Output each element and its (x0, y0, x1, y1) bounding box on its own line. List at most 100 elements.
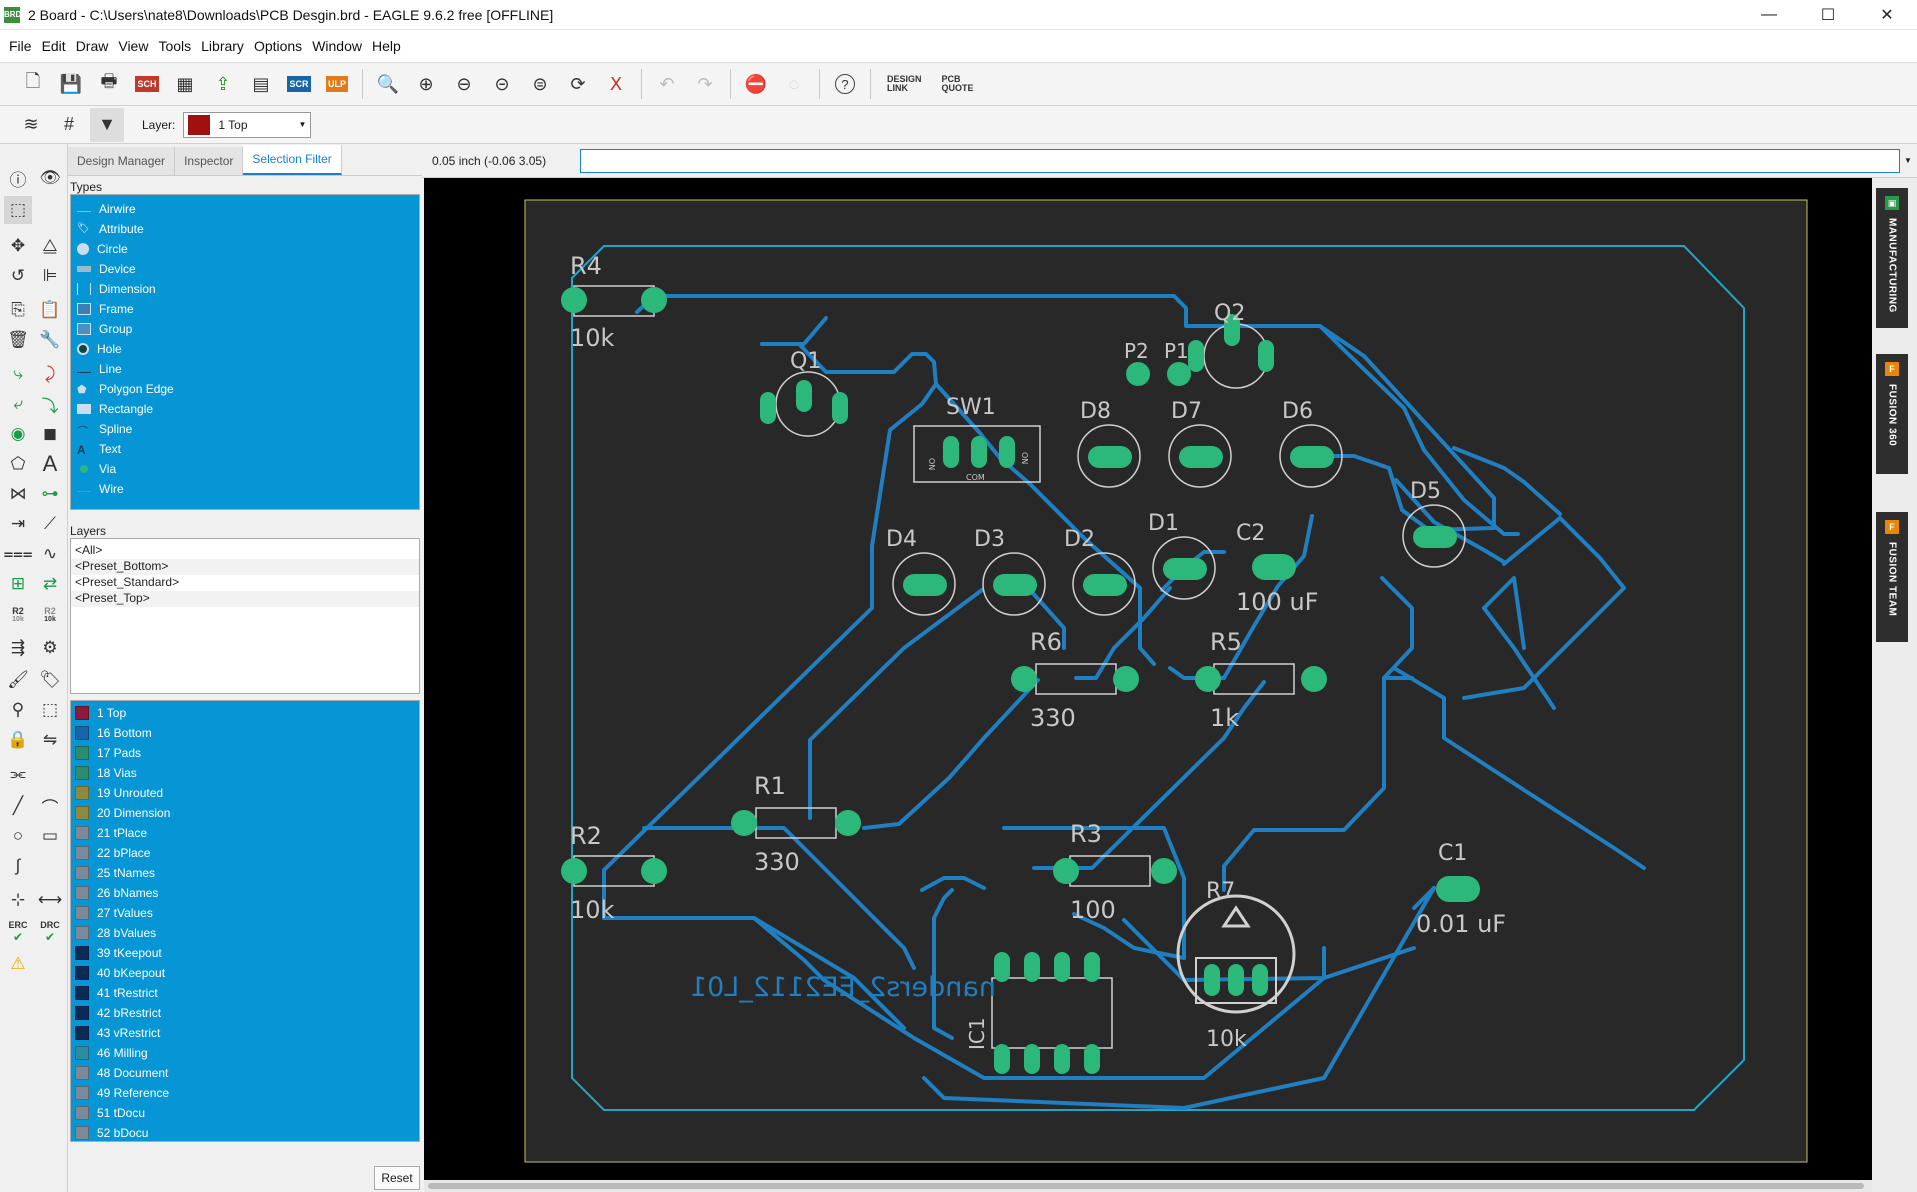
miter-tool[interactable]: ⟋ (36, 510, 64, 538)
menu-window[interactable]: Window (307, 38, 367, 54)
filter-button[interactable]: ▼ (90, 107, 124, 142)
errors-button[interactable]: ⚠ (4, 950, 32, 978)
polygon-tool[interactable]: ⬠ (4, 450, 32, 478)
menu-tools[interactable]: Tools (153, 38, 196, 54)
preset-standard[interactable]: <Preset_Standard> (71, 575, 419, 591)
arc-tool[interactable]: ⌒ (36, 792, 64, 820)
circle-tool[interactable]: ○ (4, 822, 32, 850)
layer-row[interactable]: 26 bNames (71, 883, 419, 903)
grid-button[interactable]: # (52, 108, 86, 142)
attribute-tool[interactable]: 🏷 (36, 666, 64, 694)
mirror-tool[interactable]: ⧋ (36, 232, 64, 260)
select-tool[interactable]: ⬚ (4, 196, 32, 224)
type-circle[interactable]: Circle (71, 239, 419, 259)
layer-select[interactable]: 1 Top ▼ (183, 111, 312, 138)
go-button[interactable]: ◌ (777, 67, 811, 101)
optimize-tool[interactable]: ⤵ (36, 390, 64, 418)
info-tool[interactable]: ⓘ (4, 164, 32, 192)
paste-tool[interactable]: 📋 (36, 296, 64, 324)
type-frame[interactable]: Frame (71, 299, 419, 319)
move-tool[interactable]: ✥ (4, 232, 32, 260)
type-attribute[interactable]: 🏷 Attribute (71, 219, 419, 239)
horizontal-scrollbar[interactable] (424, 1180, 1872, 1192)
undo-button[interactable]: ↶ (650, 67, 684, 101)
cam-button[interactable]: ▦ (168, 67, 202, 101)
split-view-tool[interactable]: ⫘ (4, 760, 32, 788)
menu-options[interactable]: Options (249, 38, 307, 54)
save-button[interactable]: 💾 (54, 67, 88, 101)
layer-row[interactable]: 51 tDocu (71, 1103, 419, 1123)
type-airwire[interactable]: Airwire (71, 199, 419, 219)
script-button[interactable]: SCR (282, 67, 316, 101)
print-button[interactable]: 🖶 (92, 67, 126, 101)
rect-tool[interactable]: ▭ (36, 822, 64, 850)
scrollbar-thumb[interactable] (428, 1183, 1864, 1189)
type-text[interactable]: A Text (71, 439, 419, 459)
line-tool[interactable]: ╱ (4, 792, 32, 820)
maximize-button[interactable]: ☐ (1800, 0, 1856, 30)
menu-library[interactable]: Library (196, 38, 249, 54)
pcb-quote-button[interactable]: PCB QUOTE (942, 75, 974, 93)
change-tool[interactable]: 🔧 (36, 326, 64, 354)
drc-button[interactable]: DRC ✔ (36, 918, 64, 946)
hole-tool[interactable]: ◼ (36, 420, 64, 448)
type-group[interactable]: Group (71, 319, 419, 339)
split-tool[interactable]: ⤶ (4, 390, 32, 418)
type-device[interactable]: Device (71, 259, 419, 279)
ratsnest-tool[interactable]: ⋈ (4, 480, 32, 508)
redo-button[interactable]: ↷ (688, 67, 722, 101)
layer-row[interactable]: 22 bPlace (71, 843, 419, 863)
new-file-button[interactable]: 🗋 (16, 67, 50, 101)
preset-top[interactable]: <Preset_Top> (71, 591, 419, 607)
type-via[interactable]: Via (71, 459, 419, 479)
stop-button[interactable]: ⛔ (739, 67, 773, 101)
text-tool[interactable]: A (36, 450, 64, 478)
redraw-button[interactable]: ⟳ (561, 67, 595, 101)
menu-file[interactable]: File (4, 38, 37, 54)
zoom-in-button[interactable]: ⊕ (409, 67, 443, 101)
ratsnest-button[interactable]: Ⅹ (599, 67, 633, 101)
fusion-team-tab[interactable]: F FUSION TEAM (1876, 512, 1908, 642)
preset-bottom[interactable]: <Preset_Bottom> (71, 559, 419, 575)
signal-tool[interactable]: ⊶ (36, 480, 64, 508)
zoom-fit-button[interactable]: 🔍 (371, 67, 405, 101)
layer-row[interactable]: 52 bDocu (71, 1123, 419, 1141)
rotate-tool[interactable]: ↺ (4, 262, 32, 290)
export-button[interactable]: ⇪ (206, 67, 240, 101)
copy-tool[interactable]: ⎘ (4, 296, 32, 324)
layer-settings-button[interactable]: ≋ (14, 108, 48, 142)
replace-tool[interactable]: ⇄ (36, 570, 64, 598)
gateswap-tool[interactable]: ⇋ (36, 726, 64, 754)
layer-row[interactable]: 43 vRestrict (71, 1023, 419, 1043)
smash-tool[interactable]: ⇶ (4, 634, 32, 662)
spline-tool[interactable]: ∫ (4, 852, 32, 880)
type-hole[interactable]: Hole (71, 339, 419, 359)
command-input[interactable] (580, 148, 1900, 173)
zoom-last-button[interactable]: ⊜ (523, 67, 557, 101)
show-tool[interactable]: 👁 (36, 164, 64, 192)
layer-row[interactable]: 16 Bottom (71, 723, 419, 743)
zoom-out-button[interactable]: ⊖ (447, 67, 481, 101)
layer-row[interactable]: 20 Dimension (71, 803, 419, 823)
preset-all[interactable]: <All> (71, 543, 419, 559)
minimize-button[interactable]: — (1741, 0, 1797, 30)
type-dimension[interactable]: Dimension (71, 279, 419, 299)
mark-tool[interactable]: ⊹ (4, 886, 32, 914)
align-tool[interactable]: ⊫ (36, 262, 64, 290)
type-line[interactable]: Line (71, 359, 419, 379)
type-rectangle[interactable]: Rectangle (71, 399, 419, 419)
close-button[interactable]: ✕ (1859, 0, 1915, 30)
lock-tool[interactable]: ⚙ (36, 634, 64, 662)
paint-tool[interactable]: 🖌 (4, 666, 32, 694)
fusion-360-tab[interactable]: F FUSION 360 (1876, 354, 1908, 474)
type-wire[interactable]: Wire (71, 479, 419, 499)
layer-row[interactable]: 1 Top (71, 703, 419, 723)
layer-row[interactable]: 27 tValues (71, 903, 419, 923)
tab-design-manager[interactable]: Design Manager (68, 147, 176, 175)
value-tool[interactable]: R2 10k (36, 600, 64, 628)
layer-row[interactable]: 42 bRestrict (71, 1003, 419, 1023)
menu-view[interactable]: View (113, 38, 153, 54)
zoom-select-button[interactable]: ⊝ (485, 67, 519, 101)
meander-tool[interactable]: ⩶ (3, 540, 32, 568)
tab-inspector[interactable]: Inspector (175, 147, 244, 175)
